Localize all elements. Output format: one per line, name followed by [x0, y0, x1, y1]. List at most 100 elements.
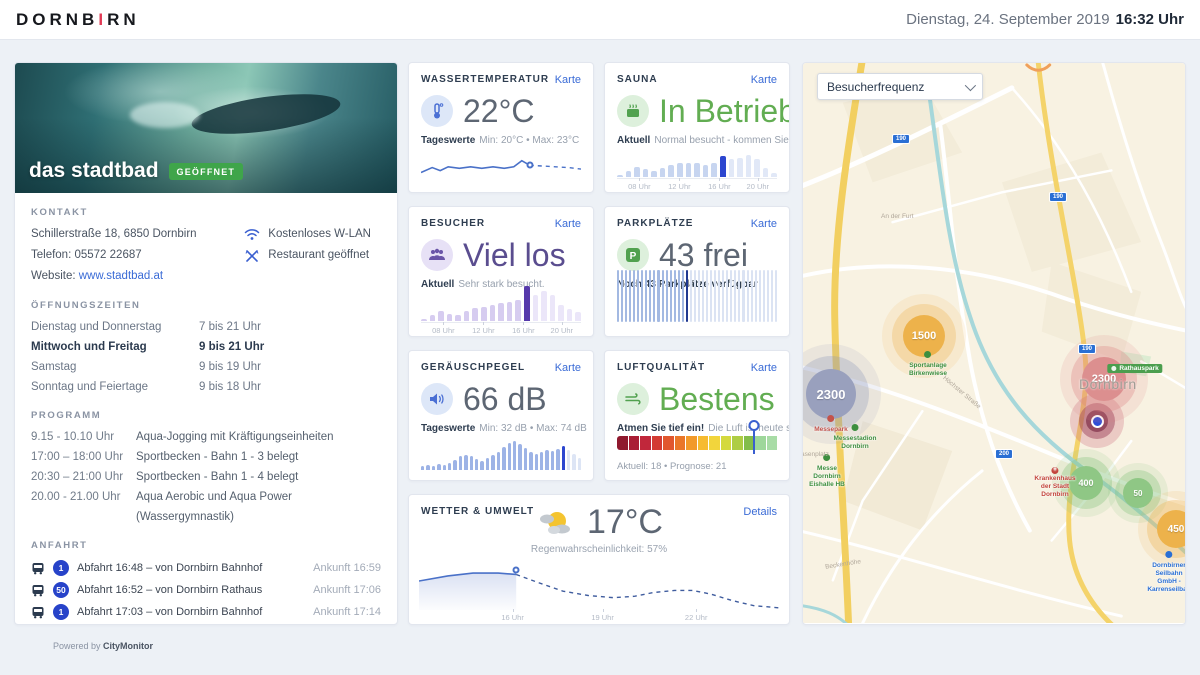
axis-tick [719, 178, 720, 181]
scale-segment [640, 436, 651, 450]
scale-segment [721, 436, 732, 450]
sparkline-current-dot [526, 162, 533, 169]
hours-row: Dienstag und Donnerstag7 bis 21 Uhr [31, 317, 381, 337]
status-badge: GEÖFFNET [169, 163, 244, 180]
chart-bar [421, 466, 424, 470]
map-frequency-bubble[interactable]: 450 [1157, 510, 1186, 548]
location-dot [1091, 415, 1104, 428]
hours-day: Dienstag und Donnerstag [31, 317, 199, 337]
transit-row: 1 Abfahrt 16:48 – von Dornbirn Bahnhof A… [31, 557, 381, 579]
scale-segment [663, 436, 674, 450]
map-card[interactable]: Besucherfrequenz 15002300230040050450 Sp… [802, 62, 1186, 625]
gauge-stripe [629, 270, 631, 322]
map-street-label: asenplatz [802, 451, 829, 458]
thermometer-icon [421, 95, 453, 127]
air-quality-icon [617, 383, 649, 415]
map-street-label: Höchster Straße [941, 375, 982, 411]
bus-line-badge: 50 [53, 582, 69, 598]
map-frequency-bubble[interactable]: 2300 [806, 369, 856, 419]
gauge-stripe [775, 270, 777, 322]
chart-bar [507, 302, 513, 321]
gauge-stripe [726, 270, 728, 322]
map-frequency-bubble[interactable]: 50 [1123, 478, 1153, 508]
gauge-stripe [698, 270, 700, 322]
gauge-stripe [718, 270, 720, 322]
axis-tick-label: 16 Uhr [501, 613, 524, 622]
chart-bar [541, 291, 547, 321]
weather-chart-axis: 16 Uhr19 Uhr22 Uhr [419, 610, 779, 622]
gauge-stripe [730, 270, 732, 322]
scale-segment [755, 436, 766, 450]
chart-bar [694, 163, 700, 177]
hours-row: Sonntag und Feiertage9 bis 18 Uhr [31, 377, 381, 397]
departure-text: Abfahrt 16:52 – von Dornbirn Rathaus [77, 579, 262, 601]
chart-bar [518, 444, 521, 470]
chart-bar [448, 463, 451, 470]
karte-link[interactable]: Karte [751, 218, 777, 230]
arrival-text: Ankunft 17:06 [313, 579, 381, 601]
program-time: 9.15 - 10.10 Uhr [31, 427, 136, 447]
chart-bar [562, 446, 565, 470]
hours-time: 9 bis 18 Uhr [199, 377, 261, 397]
axis-tick-label: 20 Uhr [747, 182, 770, 191]
website-link[interactable]: www.stadtbad.at [79, 270, 163, 282]
powered-by: Powered by CityMonitor [53, 641, 153, 651]
chart-bar [556, 449, 559, 470]
sauna-status-value: In Betrieb [659, 93, 790, 130]
chart-bar [567, 450, 570, 470]
chart-bar [497, 452, 500, 470]
city-logo: DORNBIRN [16, 10, 140, 30]
visitors-chart-axis: 08 Uhr12 Uhr16 Uhr20 Uhr [421, 322, 581, 334]
departure-text: Abfahrt 17:03 – von Dornbirn Bahnhof [77, 601, 262, 623]
gauge-stripe [674, 270, 676, 322]
card-parkplaetze: PARKPLÄTZEKarte P 43 frei Noch 43 Parkpl… [604, 206, 790, 337]
axis-tick-label: 16 Uhr [512, 326, 535, 335]
chart-bar [438, 311, 444, 321]
chart-bar [720, 156, 726, 177]
gauge-stripe [763, 270, 765, 322]
chart-bar [464, 455, 467, 470]
hours-row-today: Mittwoch und Freitag9 bis 21 Uhr [31, 337, 381, 357]
scale-segment [686, 436, 697, 450]
transit-row: 50 Abfahrt 17:52 – von Dornbirn Rathaus … [31, 623, 381, 625]
chart-bar [626, 171, 632, 177]
axis-tick-label: 12 Uhr [472, 326, 495, 335]
poi-icon [1165, 551, 1172, 558]
chart-bar [643, 169, 649, 177]
axis-tick [483, 322, 484, 325]
noise-value: 66 dB [463, 381, 547, 418]
karte-link[interactable]: Karte [751, 362, 777, 374]
stadtbad-location-marker[interactable] [1070, 394, 1124, 448]
axis-tick [758, 178, 759, 181]
map-poi-label: Messestadion Dornbirn [834, 424, 877, 451]
gauge-stripe [706, 270, 708, 322]
amenity-restaurant: Restaurant geöffnet [244, 245, 371, 266]
chart-bar [491, 455, 494, 470]
arrival-text: Ankunft 18:06 [313, 623, 381, 625]
card-luftqualitaet: LUFTQUALITÄTKarte Bestens Atmen Sie tief… [604, 350, 790, 481]
chart-bar [540, 452, 543, 470]
karte-link[interactable]: Karte [555, 362, 581, 374]
axis-tick-label: 16 Uhr [708, 182, 731, 191]
card-title: SAUNA [617, 74, 658, 85]
gauge-stripe [649, 270, 651, 322]
karte-link[interactable]: Karte [555, 218, 581, 230]
program-section-label: PROGRAMM [31, 410, 381, 421]
hours-day: Sonntag und Feiertage [31, 377, 199, 397]
gauge-stripe [755, 270, 757, 322]
map-overlay: Besucherfrequenz 15002300230040050450 Sp… [803, 63, 1185, 624]
arrival-text: Ankunft 16:59 [313, 557, 381, 579]
karte-link[interactable]: Karte [751, 74, 777, 86]
restaurant-icon [244, 249, 260, 263]
map-poi-label: Sportanlage Birkenwiese [909, 351, 947, 378]
program-time: 20:30 – 21:00 Uhr [31, 467, 136, 487]
karte-link[interactable]: Karte [555, 74, 581, 86]
bus-icon [31, 562, 45, 575]
chevron-down-icon [965, 79, 976, 90]
gauge-stripe [633, 270, 635, 322]
axis-tick [562, 322, 563, 325]
chart-bar [490, 305, 496, 321]
map-layer-dropdown[interactable]: Besucherfrequenz [817, 73, 983, 100]
speaker-icon [421, 383, 453, 415]
chart-bar [551, 451, 554, 470]
